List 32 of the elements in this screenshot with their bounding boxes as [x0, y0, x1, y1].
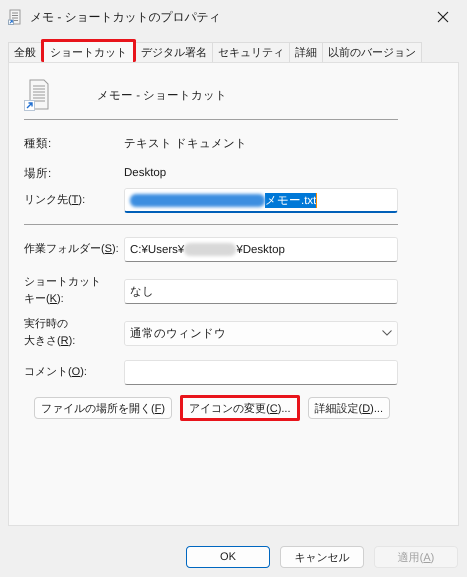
window-title: メモ - ショートカットのプロパティ [30, 8, 222, 26]
action-button[interactable]: 詳細設定(D)... [308, 397, 390, 419]
dialog-button[interactable]: OK [186, 546, 270, 568]
input-field[interactable]: C:¥Users¥ ¥Desktop [124, 237, 398, 262]
field-label: コメント(O): [24, 365, 88, 380]
dropdown[interactable]: 通常のウィンドウ [124, 320, 398, 346]
field-label: リンク先(T): [24, 193, 86, 208]
field-label: 種類: [24, 136, 52, 150]
field-label: 実行時の [24, 316, 69, 332]
close-icon[interactable] [437, 11, 449, 23]
field-value: Desktop [124, 167, 168, 179]
dialog-button[interactable]: キャンセル [280, 546, 364, 568]
chevron-down-icon [382, 330, 392, 336]
tab[interactable]: 全般 [8, 42, 42, 62]
tab[interactable]: ショートカット [41, 39, 136, 62]
field-label: ショートカット [24, 275, 102, 290]
shortcut-file-icon [24, 79, 50, 111]
field-label: 場所: [24, 166, 52, 180]
field-label: 作業フォルダー(S): [24, 242, 120, 257]
input-field[interactable]: なし [124, 278, 398, 304]
tab[interactable]: デジタル署名 [135, 42, 213, 62]
input-field[interactable] [124, 360, 398, 385]
action-button[interactable]: ファイルの場所を開く(F) [34, 397, 172, 419]
input-field[interactable]: メモー.txt [124, 188, 398, 213]
shortcut-name: メモー - ショートカット [97, 88, 228, 102]
tab[interactable]: 以前のバージョン [322, 42, 422, 62]
action-button[interactable]: アイコンの変更(C)... [180, 395, 300, 421]
field-value: テキスト ドキュメント [124, 136, 248, 150]
field-label: 大きさ(R): [24, 334, 76, 349]
notepad-icon [8, 9, 22, 25]
redaction-blur [184, 243, 236, 256]
field-label: キー(K): [24, 292, 65, 307]
